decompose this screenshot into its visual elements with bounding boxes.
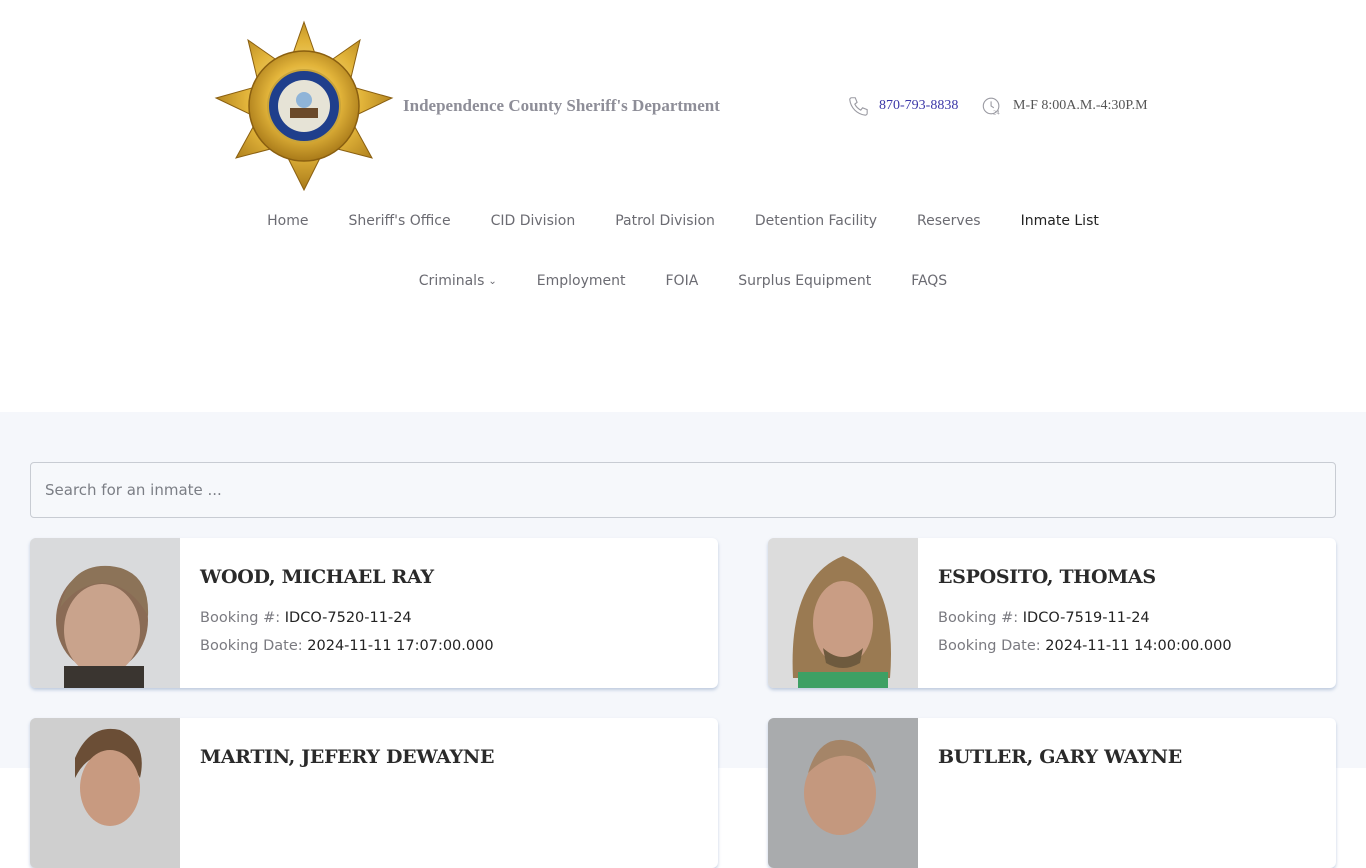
booking-number-row: Booking #: IDCO-7519-11-24 [938, 604, 1232, 632]
inmate-card[interactable]: BUTLER, GARY WAYNE [768, 718, 1336, 868]
nav-inmate-list[interactable]: Inmate List [1001, 213, 1119, 229]
nav-cid-division[interactable]: CID Division [471, 213, 596, 229]
inmate-info: ESPOSITO, THOMAS Booking #: IDCO-7519-11… [918, 538, 1252, 688]
phone-link[interactable]: 870-793-8838 [879, 98, 958, 114]
inmate-card[interactable]: WOOD, MICHAEL RAY Booking #: IDCO-7520-1… [30, 538, 718, 688]
inmate-info: MARTIN, JEFERY DEWAYNE [180, 718, 514, 868]
nav-foia[interactable]: FOIA [646, 273, 719, 289]
booking-number-value: IDCO-7519-11-24 [1022, 610, 1150, 626]
inmate-mugshot [768, 538, 918, 688]
inmate-name[interactable]: BUTLER, GARY WAYNE [938, 746, 1182, 768]
svg-text:24: 24 [993, 110, 1000, 116]
inmate-card[interactable]: MARTIN, JEFERY DEWAYNE [30, 718, 718, 868]
nav-home[interactable]: Home [247, 213, 328, 229]
inmate-list-section: WOOD, MICHAEL RAY Booking #: IDCO-7520-1… [0, 412, 1366, 868]
inmate-name[interactable]: MARTIN, JEFERY DEWAYNE [200, 746, 494, 768]
inmate-mugshot [30, 718, 180, 868]
inmate-info: WOOD, MICHAEL RAY Booking #: IDCO-7520-1… [180, 538, 514, 688]
phone-icon [849, 97, 868, 116]
booking-number-value: IDCO-7520-11-24 [284, 610, 412, 626]
nav-patrol-division[interactable]: Patrol Division [595, 213, 735, 229]
main-nav-row-2: Criminals ⌄ Employment FOIA Surplus Equi… [0, 273, 1366, 289]
booking-date-value: 2024-11-11 17:07:00.000 [307, 638, 494, 654]
nav-surplus-equipment[interactable]: Surplus Equipment [718, 273, 891, 289]
sheriff-badge-logo[interactable] [214, 20, 394, 192]
chevron-down-icon: ⌄ [488, 275, 497, 287]
booking-date-value: 2024-11-11 14:00:00.000 [1045, 638, 1232, 654]
inmate-mugshot [30, 538, 180, 688]
inmate-name[interactable]: ESPOSITO, THOMAS [938, 566, 1232, 588]
booking-date-label: Booking Date: [200, 638, 303, 654]
nav-employment[interactable]: Employment [517, 273, 646, 289]
inmate-search-input[interactable] [30, 462, 1336, 518]
nav-sheriffs-office[interactable]: Sheriff's Office [328, 213, 470, 229]
office-hours: M-F 8:00A.M.-4:30P.M [1013, 98, 1148, 113]
nav-detention-facility[interactable]: Detention Facility [735, 213, 897, 229]
booking-number-label: Booking #: [938, 610, 1019, 626]
booking-number-row: Booking #: IDCO-7520-11-24 [200, 604, 494, 632]
clock-24-icon: 24 [982, 97, 1000, 116]
nav-faqs[interactable]: FAQS [891, 273, 967, 289]
inmate-card[interactable]: ESPOSITO, THOMAS Booking #: IDCO-7519-11… [768, 538, 1336, 688]
booking-date-row: Booking Date: 2024-11-11 17:07:00.000 [200, 632, 494, 660]
booking-date-row: Booking Date: 2024-11-11 14:00:00.000 [938, 632, 1232, 660]
nav-reserves[interactable]: Reserves [897, 213, 1001, 229]
nav-criminals[interactable]: Criminals ⌄ [399, 273, 517, 289]
hours-contact: 24 M-F 8:00A.M.-4:30P.M [981, 95, 1148, 117]
inmate-info: BUTLER, GARY WAYNE [918, 718, 1202, 868]
site-title[interactable]: Independence County Sheriff's Department [403, 96, 720, 116]
phone-contact: 870-793-8838 [847, 95, 958, 117]
nav-criminals-label: Criminals [418, 273, 485, 289]
site-header: Independence County Sheriff's Department… [0, 0, 1366, 412]
inmate-mugshot [768, 718, 918, 868]
main-nav-row-1: Home Sheriff's Office CID Division Patro… [0, 213, 1366, 229]
booking-number-label: Booking #: [200, 610, 281, 626]
inmate-name[interactable]: WOOD, MICHAEL RAY [200, 566, 494, 588]
booking-date-label: Booking Date: [938, 638, 1041, 654]
